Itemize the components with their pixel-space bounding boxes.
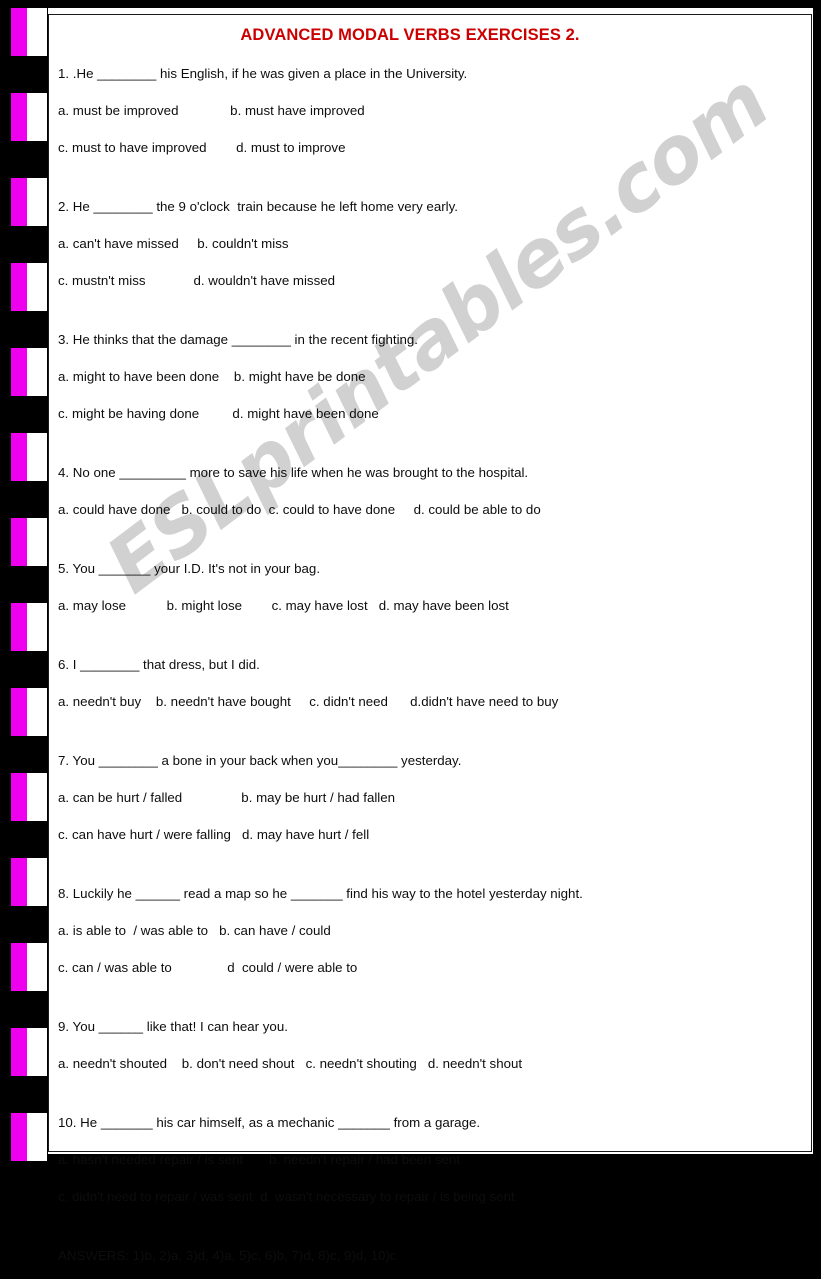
- binding-tab-color-block: [11, 263, 27, 311]
- binding-tab: [11, 1113, 47, 1161]
- question-stem: 2. He ________ the 9 o'clock train becau…: [58, 199, 458, 214]
- binding-tab: [11, 603, 47, 651]
- binding-tab-color-block: [11, 773, 27, 821]
- binding-tab-color-block: [11, 943, 27, 991]
- binding-tab-paper-block: [27, 1113, 47, 1161]
- binding-tab-paper-block: [27, 1028, 47, 1076]
- binding-tab-color-block: [11, 178, 27, 226]
- question-options-line: a. hasn't needed repair / is sent b. nee…: [58, 1152, 461, 1167]
- question-block: 3. He thinks that the damage ________ in…: [58, 311, 798, 444]
- binding-tab-paper-block: [27, 348, 47, 396]
- binding-tab-paper-block: [27, 858, 47, 906]
- binding-tab-paper-block: [27, 433, 47, 481]
- binding-tab-color-block: [11, 518, 27, 566]
- binding-tab: [11, 348, 47, 396]
- question-options-line: c. mustn't miss d. wouldn't have missed: [58, 273, 336, 288]
- binding-tab: [11, 858, 47, 906]
- question-block: 9. You ______ like that! I can hear you.…: [58, 998, 798, 1094]
- binding-tab-color-block: [11, 93, 27, 141]
- answer-key: ANSWERS: 1)b, 2)a, 3)d, 4)a, 5)c, 6)b, 7…: [58, 1248, 397, 1263]
- question-stem: 8. Luckily he ______ read a map so he __…: [58, 886, 583, 901]
- question-options-line: a. must be improved b. must have improve…: [58, 103, 365, 118]
- question-stem: 1. .He ________ his English, if he was g…: [58, 66, 468, 81]
- question-options-line: c. must to have improved d. must to impr…: [58, 140, 346, 155]
- question-block: 5. You _______ your I.D. It's not in you…: [58, 540, 798, 636]
- binding-tab: [11, 688, 47, 736]
- binding-tab-paper-block: [27, 603, 47, 651]
- binding-tab-color-block: [11, 603, 27, 651]
- question-stem: 3. He thinks that the damage ________ in…: [58, 332, 419, 347]
- binding-tab: [11, 263, 47, 311]
- questions-container: 1. .He ________ his English, if he was g…: [58, 45, 798, 1227]
- page-title: ADVANCED MODAL VERBS EXERCISES 2.: [240, 26, 580, 44]
- question-options-line: a. can't have missed b. couldn't miss: [58, 236, 289, 251]
- question-options-line: a. can be hurt / falled b. may be hurt /…: [58, 790, 396, 805]
- binding-tab: [11, 8, 47, 56]
- question-options-line: a. is able to / was able to b. can have …: [58, 923, 331, 938]
- question-block: 7. You ________ a bone in your back when…: [58, 732, 798, 865]
- spiral-binding-strip: [0, 0, 48, 1169]
- binding-tab-paper-block: [27, 93, 47, 141]
- question-stem: 7. You ________ a bone in your back when…: [58, 753, 462, 768]
- binding-tab-color-block: [11, 858, 27, 906]
- worksheet-content: ADVANCED MODAL VERBS EXERCISES 2. 1. .He…: [58, 14, 798, 1279]
- question-stem: 4. No one _________ more to save his lif…: [58, 465, 529, 480]
- binding-tab: [11, 943, 47, 991]
- question-options-line: a. might to have been done b. might have…: [58, 369, 366, 384]
- binding-tab-paper-block: [27, 518, 47, 566]
- question-stem: 6. I ________ that dress, but I did.: [58, 657, 260, 672]
- binding-tab-paper-block: [27, 263, 47, 311]
- binding-tab-paper-block: [27, 688, 47, 736]
- question-stem: 9. You ______ like that! I can hear you.: [58, 1019, 288, 1034]
- binding-tab-color-block: [11, 1113, 27, 1161]
- binding-tab: [11, 433, 47, 481]
- binding-tab-paper-block: [27, 8, 47, 56]
- question-options-line: a. could have done b. could to do c. cou…: [58, 502, 541, 517]
- question-options-line: a. needn't shouted b. don't need shout c…: [58, 1056, 523, 1071]
- question-options-line: a. may lose b. might lose c. may have lo…: [58, 598, 509, 613]
- question-options-line: c. might be having done d. might have be…: [58, 406, 379, 421]
- binding-tab: [11, 1028, 47, 1076]
- question-options-line: a. needn't buy b. needn't have bought c.…: [58, 694, 559, 709]
- question-stem: 10. He _______ his car himself, as a mec…: [58, 1115, 481, 1130]
- question-block: 1. .He ________ his English, if he was g…: [58, 45, 798, 178]
- question-options-line: c. can / was able to d could / were able…: [58, 960, 358, 975]
- binding-tab-paper-block: [27, 773, 47, 821]
- question-block: 2. He ________ the 9 o'clock train becau…: [58, 178, 798, 311]
- binding-tab: [11, 773, 47, 821]
- binding-tab: [11, 178, 47, 226]
- question-options-line: c. didn't need to repair / was sent d. w…: [58, 1189, 515, 1204]
- question-options-line: c. can have hurt / were falling d. may h…: [58, 827, 370, 842]
- binding-tab-color-block: [11, 688, 27, 736]
- binding-tab: [11, 518, 47, 566]
- binding-tab-paper-block: [27, 178, 47, 226]
- question-block: 8. Luckily he ______ read a map so he __…: [58, 865, 798, 998]
- question-stem: 5. You _______ your I.D. It's not in you…: [58, 561, 321, 576]
- binding-tab-color-block: [11, 8, 27, 56]
- binding-tab-color-block: [11, 348, 27, 396]
- binding-tab-color-block: [11, 1028, 27, 1076]
- binding-tab: [11, 93, 47, 141]
- question-block: 10. He _______ his car himself, as a mec…: [58, 1094, 798, 1227]
- binding-tab-color-block: [11, 433, 27, 481]
- question-block: 6. I ________ that dress, but I did. a. n…: [58, 636, 798, 732]
- question-block: 4. No one _________ more to save his lif…: [58, 444, 798, 540]
- binding-tab-paper-block: [27, 943, 47, 991]
